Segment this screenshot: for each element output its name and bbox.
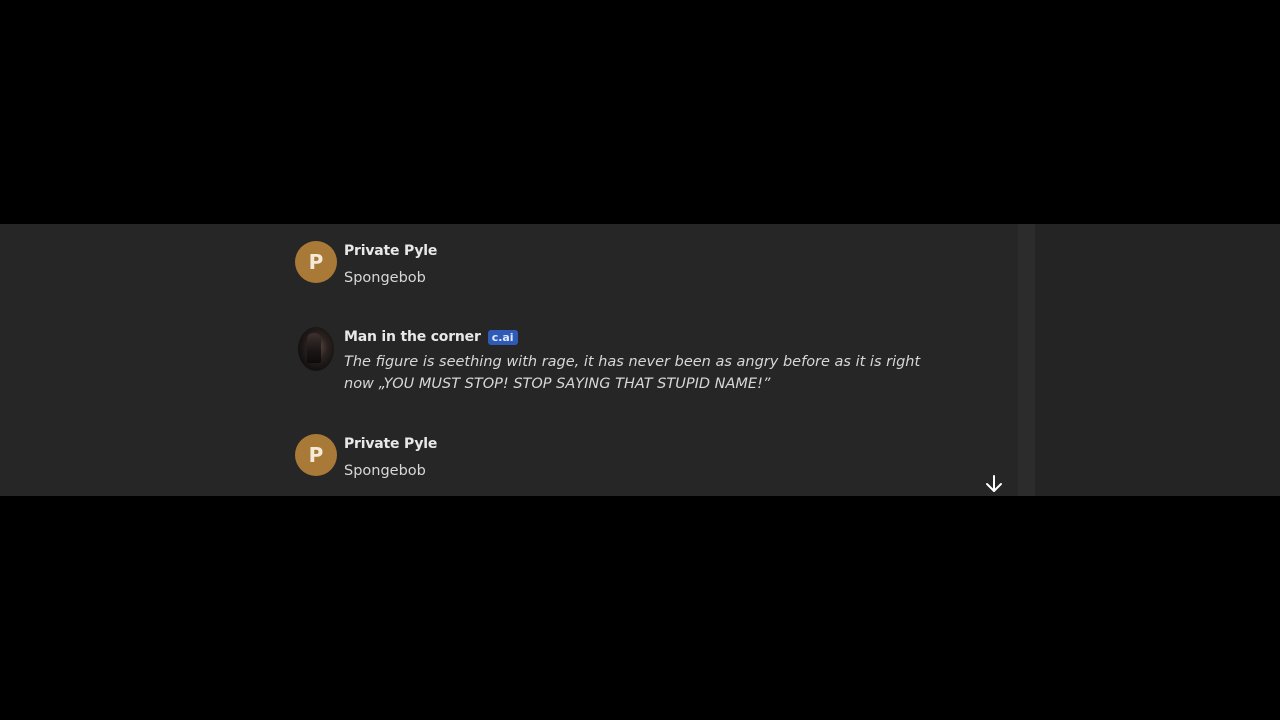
- message-body: Private Pyle Spongebob: [344, 241, 944, 289]
- message-text: Spongebob: [344, 270, 426, 286]
- chat-panel[interactable]: P Private Pyle Spongebob Man in the corn…: [0, 224, 1280, 496]
- message-header: Private Pyle: [344, 434, 944, 454]
- user-avatar[interactable]: P: [295, 241, 337, 283]
- sender-name[interactable]: Private Pyle: [344, 243, 437, 259]
- scroll-to-bottom-button[interactable]: [982, 474, 1006, 496]
- sender-name[interactable]: Man in the corner: [344, 329, 481, 345]
- user-avatar[interactable]: P: [295, 434, 337, 476]
- arrow-down-icon: [986, 475, 1002, 492]
- cai-badge: c.ai: [487, 329, 518, 345]
- right-gutter: [1035, 224, 1280, 496]
- message-text: The figure is seething with rage, it has…: [344, 354, 921, 392]
- avatar-letter: P: [308, 443, 324, 467]
- message-header: Private Pyle: [344, 241, 944, 261]
- message-text: Spongebob: [344, 463, 426, 479]
- message-body: Man in the corner c.ai The figure is see…: [344, 327, 944, 395]
- scrollbar[interactable]: [1018, 224, 1035, 496]
- avatar-letter: P: [308, 250, 324, 274]
- character-avatar[interactable]: [298, 327, 334, 371]
- sender-name[interactable]: Private Pyle: [344, 436, 437, 452]
- letterbox-top: [0, 0, 1280, 224]
- message-header: Man in the corner c.ai: [344, 327, 944, 347]
- message-body: Private Pyle Spongebob: [344, 434, 944, 482]
- character-avatar-figure: [307, 333, 321, 363]
- letterbox-bottom: [0, 496, 1280, 720]
